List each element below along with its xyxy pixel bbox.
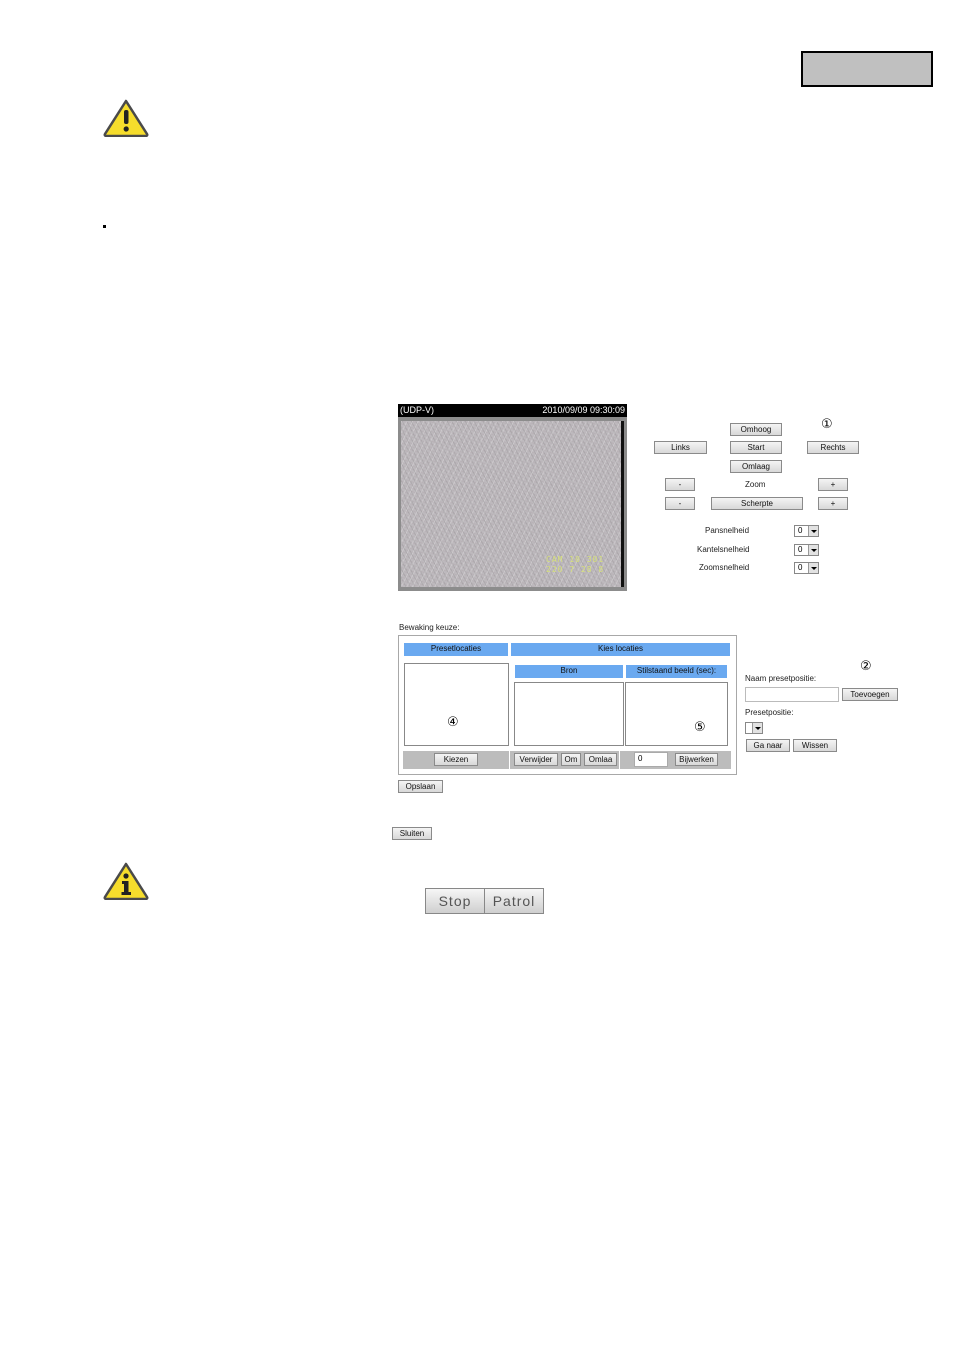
marker-2: ②	[860, 659, 872, 674]
camera-image: CAM 10 301 220 7 28 8	[401, 421, 621, 587]
move-up-button[interactable]: Om	[561, 753, 581, 766]
goto-preset-button[interactable]: Ga naar	[746, 739, 790, 752]
monitor-title: Bewaking keuze:	[399, 623, 460, 632]
update-button[interactable]: Bijwerken	[675, 753, 718, 766]
tilt-speed-value: 0	[798, 545, 803, 554]
source-list[interactable]	[514, 682, 624, 746]
start-button[interactable]: Start	[730, 441, 782, 454]
marker-5: ⑤	[694, 720, 706, 735]
monitor-panel: Presetlocaties Kies locaties Bron Stilst…	[398, 635, 737, 775]
osd-line-1: CAM 10 301	[546, 555, 605, 564]
preset-locations-list[interactable]: ④	[404, 663, 509, 746]
zoom-out-button[interactable]: -	[665, 478, 695, 491]
add-preset-button[interactable]: Toevoegen	[842, 688, 898, 701]
video-mode: (UDP-V)	[400, 405, 434, 415]
preset-locations-header: Presetlocaties	[403, 642, 509, 657]
bullet-point	[103, 225, 106, 228]
zoom-speed-label: Zoomsnelheid	[699, 563, 750, 572]
focus-button[interactable]: Scherpte	[711, 497, 803, 510]
pan-speed-label: Pansnelheid	[705, 526, 750, 535]
tilt-speed-select[interactable]: 0	[794, 544, 819, 556]
page-language-tab	[801, 51, 933, 87]
zoom-label: Zoom	[745, 480, 766, 489]
dwell-list[interactable]: ⑤	[625, 682, 728, 746]
save-button[interactable]: Opslaan	[398, 780, 443, 793]
chevron-down-icon	[808, 526, 818, 536]
remove-button[interactable]: Verwijder	[514, 753, 558, 766]
tilt-speed-label: Kantelsnelheid	[697, 545, 750, 554]
dwell-header: Stilstaand beeld (sec):	[625, 664, 728, 679]
chevron-down-icon	[808, 563, 818, 573]
choose-button[interactable]: Kiezen	[434, 753, 478, 766]
video-preview: (UDP-V) 2010/09/09 09:30:09 CAM 10 301 2…	[398, 404, 627, 591]
preset-name-input[interactable]	[745, 687, 839, 702]
warning-triangle-icon	[103, 99, 149, 137]
dwell-seconds-input[interactable]: 0	[634, 752, 668, 767]
info-triangle-icon	[103, 862, 149, 900]
video-osd-text: CAM 10 301 220 7 28 8	[546, 555, 604, 575]
video-timestamp: 2010/09/09 09:30:09	[542, 405, 625, 415]
preset-name-label: Naam presetpositie:	[745, 674, 817, 683]
chevron-down-icon	[752, 723, 762, 733]
preset-position-select[interactable]	[745, 722, 763, 734]
source-header: Bron	[514, 664, 624, 679]
preset-position-label: Presetpositie:	[745, 708, 794, 717]
pan-down-button[interactable]: Omlaag	[730, 460, 782, 473]
choose-locations-header: Kies locaties	[510, 642, 731, 657]
pan-right-button[interactable]: Rechts	[807, 441, 859, 454]
marker-1: ①	[821, 417, 833, 432]
zoom-speed-value: 0	[798, 563, 803, 572]
zoom-in-button[interactable]: +	[818, 478, 848, 491]
pan-speed-value: 0	[798, 526, 803, 535]
video-status-bar: (UDP-V) 2010/09/09 09:30:09	[398, 404, 627, 417]
video-frame-edge	[621, 421, 624, 587]
patrol-button[interactable]: Patrol	[484, 888, 544, 914]
pan-speed-select[interactable]: 0	[794, 525, 819, 537]
chevron-down-icon	[808, 545, 818, 555]
stop-button[interactable]: Stop	[425, 888, 485, 914]
zoom-speed-select[interactable]: 0	[794, 562, 819, 574]
focus-minus-button[interactable]: -	[665, 497, 695, 510]
move-down-button[interactable]: Omlaa	[584, 753, 617, 766]
delete-preset-button[interactable]: Wissen	[793, 739, 837, 752]
osd-line-2: 220 7 28 8	[546, 565, 605, 574]
pan-up-button[interactable]: Omhoog	[730, 423, 782, 436]
close-button[interactable]: Sluiten	[392, 827, 432, 840]
marker-4: ④	[447, 715, 459, 730]
pan-left-button[interactable]: Links	[654, 441, 707, 454]
focus-plus-button[interactable]: +	[818, 497, 848, 510]
